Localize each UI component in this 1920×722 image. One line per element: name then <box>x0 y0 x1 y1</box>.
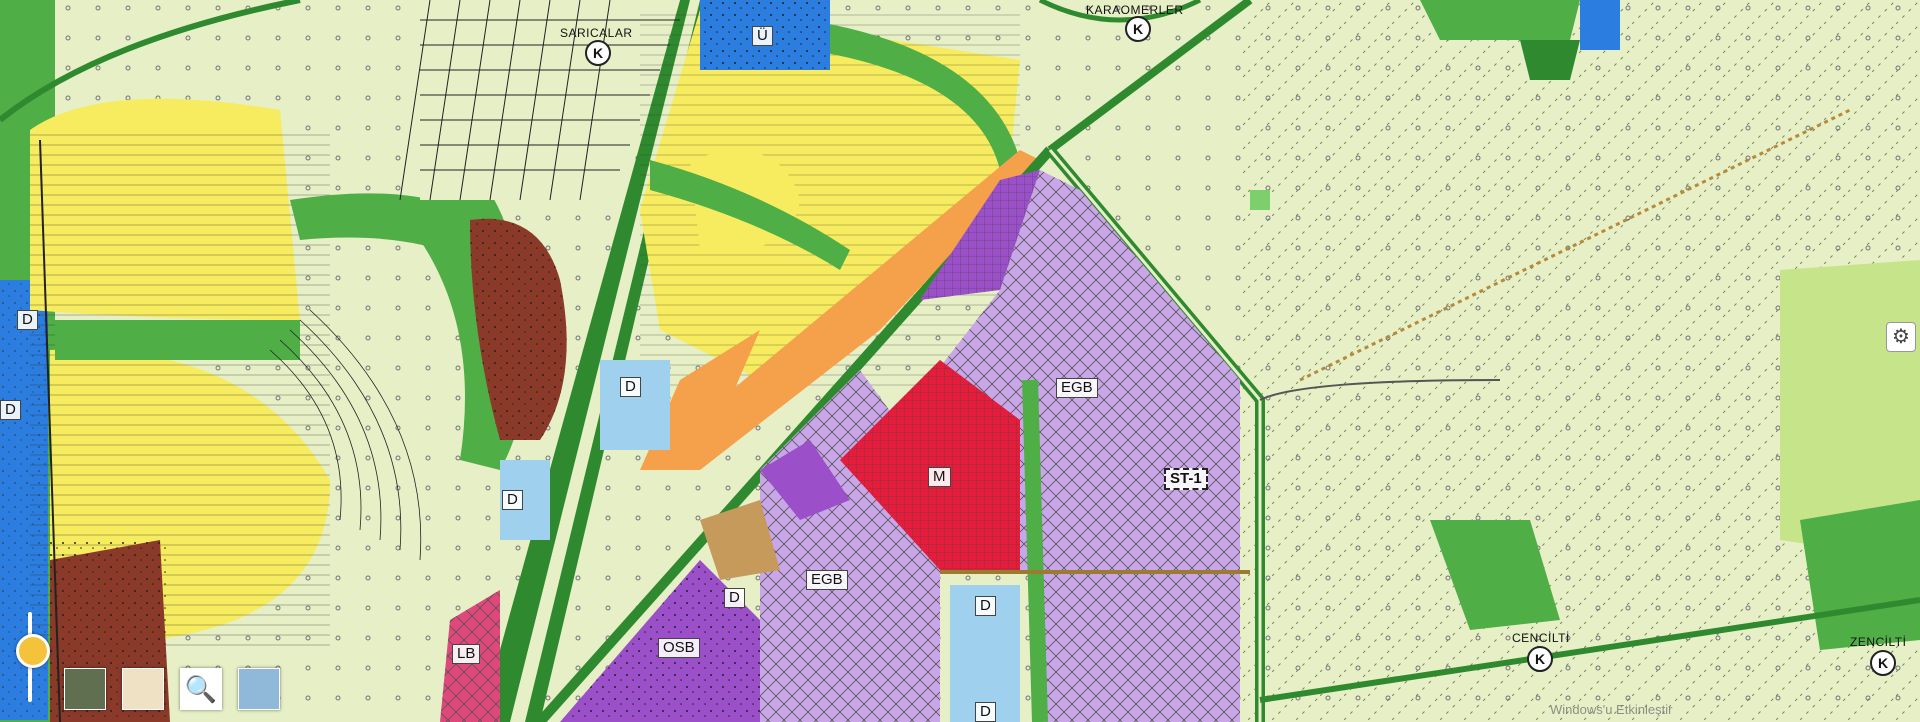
zone-egb1: EGB <box>1056 378 1098 398</box>
k-marker-karaomerler: K <box>1125 16 1151 42</box>
settings-gear-icon[interactable]: ⚙ <box>1886 322 1916 352</box>
zone-d7: D <box>0 400 21 420</box>
label-saricalar: SARICALAR <box>560 26 633 40</box>
k-marker-saricalar: K <box>585 40 611 66</box>
k-marker-cencilti-2: K <box>1870 650 1896 676</box>
zone-osb: OSB <box>658 638 700 658</box>
basemap-street-button[interactable] <box>122 668 164 710</box>
activation-watermark: Windows'u Etkinleştir <box>1550 702 1673 717</box>
zoom-slider-handle[interactable] <box>16 634 50 668</box>
k-marker-cencilti-1: K <box>1527 646 1553 672</box>
search-icon[interactable]: 🔍 <box>180 668 222 710</box>
basemap-terrain-button[interactable] <box>238 668 280 710</box>
zone-d1: D <box>17 310 38 330</box>
zone-d2: D <box>620 377 641 397</box>
zone-lb: LB <box>452 644 481 664</box>
zone-m: M <box>928 467 951 487</box>
label-cencilti-1: CENCİLTİ <box>1512 631 1570 645</box>
zoning-map[interactable] <box>0 0 1920 722</box>
basemap-satellite-button[interactable] <box>64 668 106 710</box>
zone-st1: ST-1 <box>1164 468 1208 490</box>
zone-egb2: EGB <box>806 570 848 590</box>
zone-d6: D <box>975 702 996 722</box>
zone-d5: D <box>975 596 996 616</box>
label-cencilti-2: ZENCİLTİ <box>1850 635 1907 649</box>
zone-u: Ü <box>752 26 773 46</box>
zone-d4: D <box>724 588 745 608</box>
zone-d3: D <box>502 490 523 510</box>
